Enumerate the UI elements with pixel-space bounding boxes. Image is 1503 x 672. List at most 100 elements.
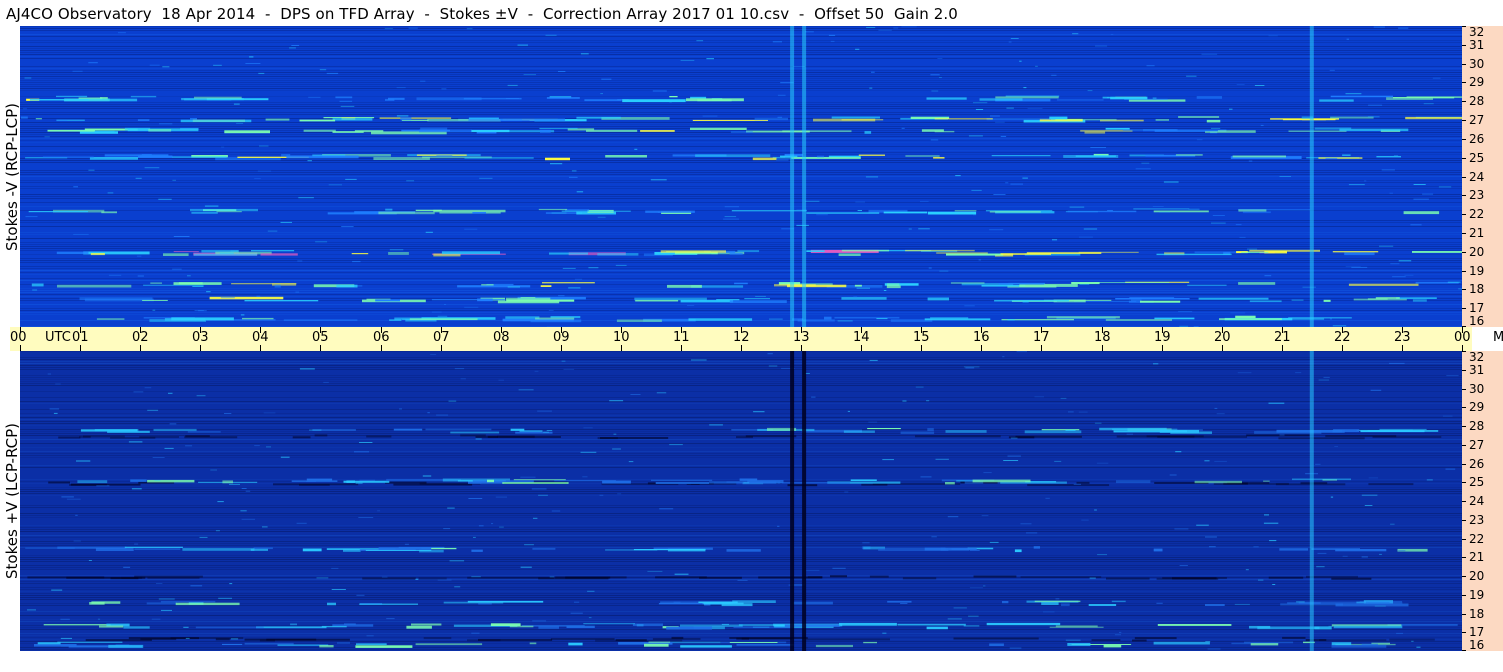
bright-band-segment xyxy=(1330,116,1374,119)
time-tick-mark xyxy=(1041,327,1042,333)
texture-line xyxy=(20,314,1462,315)
bright-band-segment xyxy=(736,644,794,646)
speckle xyxy=(930,139,939,141)
texture-line xyxy=(20,531,1462,532)
speckle xyxy=(1379,245,1394,247)
speckle xyxy=(1126,433,1133,435)
texture-line xyxy=(20,68,1462,69)
dark-band-segment xyxy=(1282,636,1306,639)
texture-line xyxy=(20,76,1462,77)
dark-band-segment xyxy=(134,575,203,578)
speckle xyxy=(1009,647,1022,649)
bright-band-segment xyxy=(419,129,472,133)
texture-line xyxy=(20,465,1462,466)
speckle xyxy=(352,261,361,263)
bright-band-segment xyxy=(1288,130,1347,132)
speckle xyxy=(473,536,476,538)
texture-line xyxy=(20,381,1462,382)
bright-band-segment xyxy=(1194,480,1242,484)
speckle xyxy=(1078,411,1088,413)
freq-tick-label: 22 xyxy=(1469,207,1485,221)
speckle xyxy=(229,483,240,485)
bright-band-segment xyxy=(979,98,1023,101)
speckle xyxy=(702,115,718,117)
speckle xyxy=(882,632,887,634)
texture-line xyxy=(20,220,1462,221)
speckle xyxy=(659,508,674,510)
freq-tick-label: 17 xyxy=(1469,625,1485,639)
bright-band-segment xyxy=(99,625,124,628)
bright-band-segment xyxy=(1412,299,1427,302)
dark-band-segment xyxy=(366,435,392,438)
speckle xyxy=(443,528,451,530)
freq-tick-label: 24 xyxy=(1469,170,1485,184)
bright-band-segment xyxy=(640,130,675,132)
freq-tick-label: 23 xyxy=(1469,513,1485,527)
speckle xyxy=(1432,77,1441,79)
speckle xyxy=(617,493,622,495)
bright-band-segment xyxy=(242,317,274,320)
speckle xyxy=(1188,208,1200,210)
time-tick-mark xyxy=(381,327,382,333)
texture-line xyxy=(20,379,1462,380)
dark-band-segment xyxy=(736,436,753,439)
speckle xyxy=(1019,60,1022,62)
speckle xyxy=(240,314,245,316)
bright-band-segment xyxy=(1046,316,1120,319)
texture-line xyxy=(20,361,1462,362)
bright-band-segment xyxy=(1105,127,1130,130)
bright-band-segment xyxy=(540,129,551,133)
speckle xyxy=(1381,169,1395,171)
speckle xyxy=(1096,462,1109,464)
speckle xyxy=(1438,186,1452,188)
time-tick-mark xyxy=(861,327,862,333)
bright-band-segment xyxy=(542,282,595,284)
bright-band-segment xyxy=(998,283,1045,285)
speckle xyxy=(133,391,144,393)
bright-band-segment xyxy=(1065,429,1076,431)
bright-band-segment xyxy=(927,297,949,301)
speckle xyxy=(674,573,689,575)
speckle xyxy=(1005,182,1009,184)
speckle xyxy=(1446,375,1459,377)
speckle xyxy=(1237,372,1252,374)
freq-tick-mark xyxy=(1462,650,1466,651)
speckle xyxy=(609,400,624,402)
speckle xyxy=(1107,210,1113,211)
speckle xyxy=(449,560,465,562)
speckle xyxy=(447,507,455,509)
speckle xyxy=(425,231,433,233)
texture-line xyxy=(20,595,1462,596)
texture-line xyxy=(20,599,1462,600)
speckle xyxy=(280,221,292,223)
bright-band-segment xyxy=(91,601,121,604)
texture-line xyxy=(20,234,1462,235)
bright-band-segment xyxy=(450,431,500,434)
bright-band-segment xyxy=(1205,604,1225,606)
speckle xyxy=(1248,160,1253,162)
bright-band-segment xyxy=(986,118,1056,121)
speckle xyxy=(597,216,606,218)
time-tick-mark xyxy=(621,327,622,333)
speckle xyxy=(1264,275,1272,277)
speckle xyxy=(1364,180,1367,182)
dark-band-segment xyxy=(185,435,210,438)
texture-line xyxy=(20,270,1462,271)
speckle xyxy=(830,40,835,42)
speckle xyxy=(548,309,554,311)
speckle xyxy=(1216,413,1225,415)
texture-line xyxy=(20,403,1462,404)
speckle xyxy=(1045,497,1050,499)
bright-band-segment xyxy=(716,299,740,301)
bright-band-segment xyxy=(1000,253,1051,255)
speckle xyxy=(634,148,638,150)
speckle xyxy=(137,275,144,277)
speckle xyxy=(549,576,554,578)
time-tick-label: 17 xyxy=(1033,330,1050,345)
bright-band-segment xyxy=(35,118,42,120)
speckle xyxy=(550,163,563,165)
time-tick-label: 18 xyxy=(1094,330,1111,345)
speckle xyxy=(1002,356,1005,358)
speckle xyxy=(865,176,879,178)
bright-band-segment xyxy=(1153,548,1163,552)
